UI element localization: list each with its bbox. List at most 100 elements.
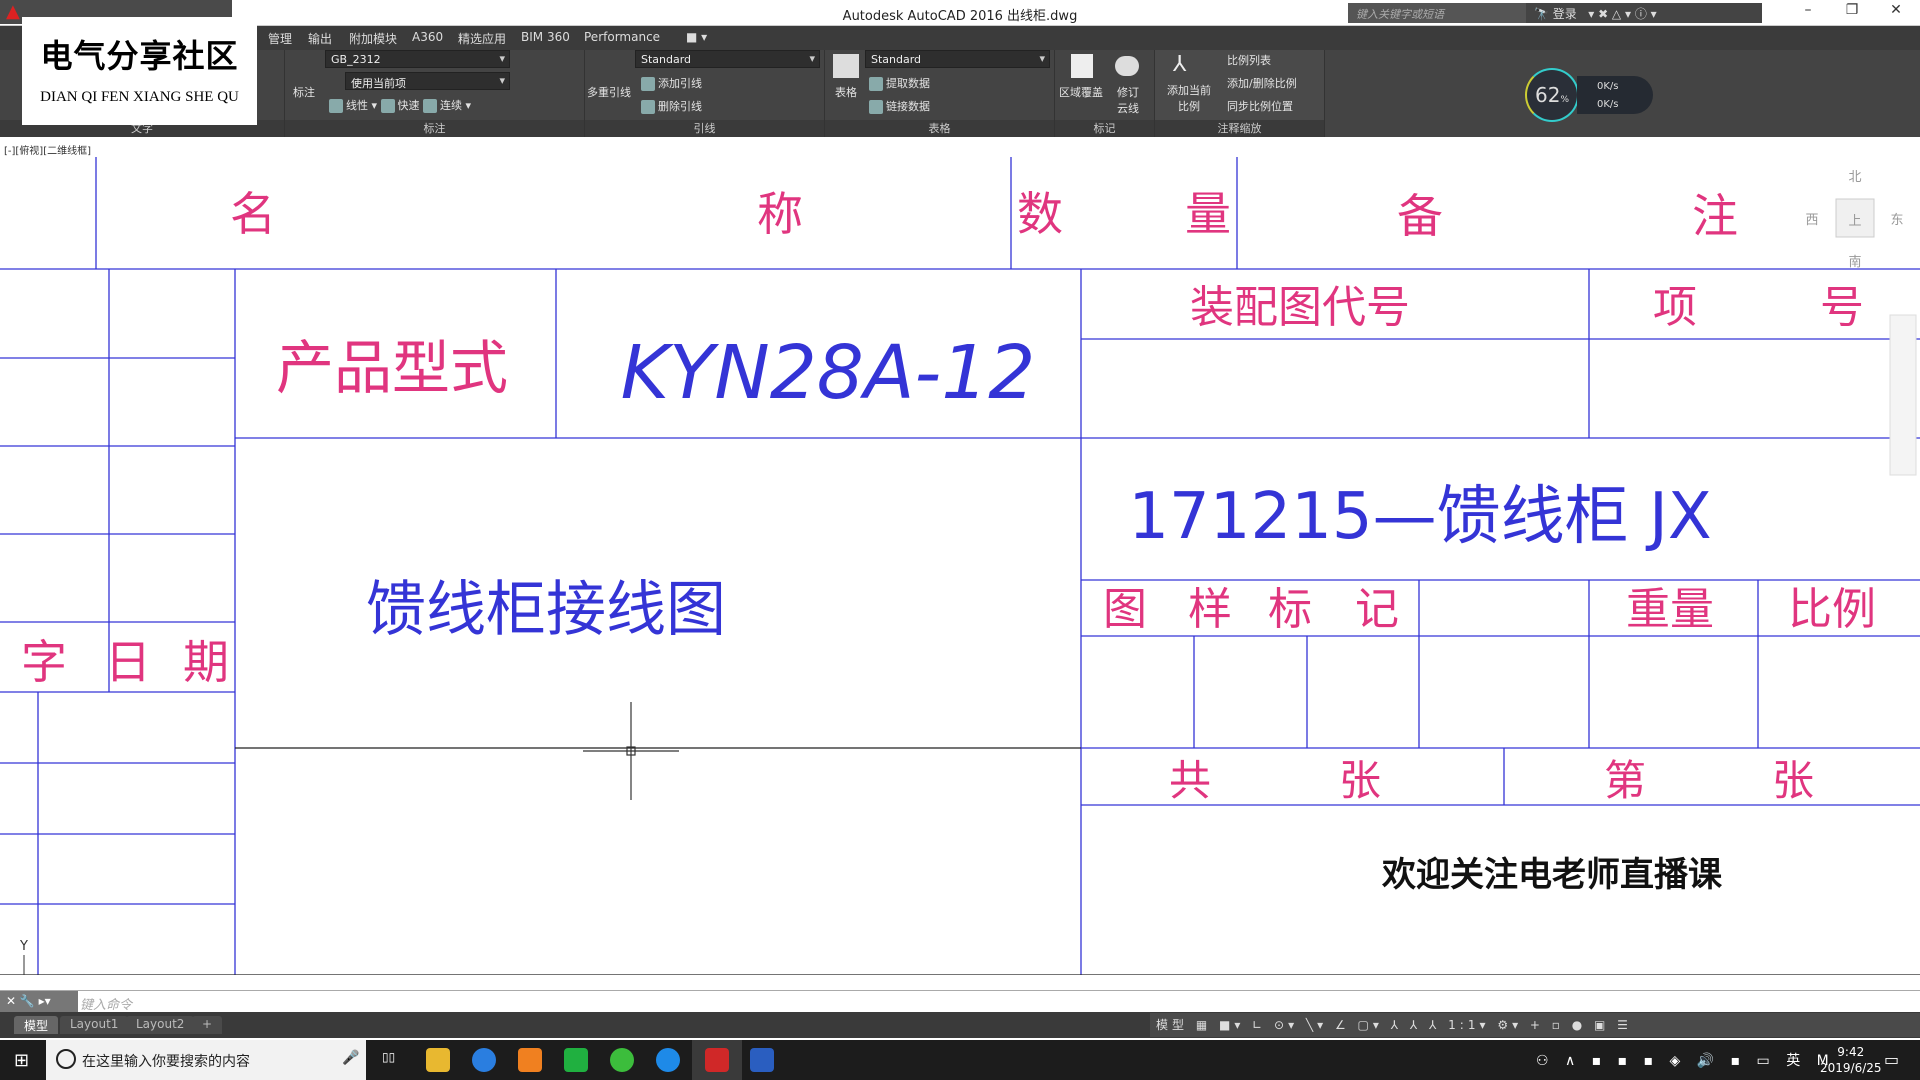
gauge-percent: 62 — [1534, 83, 1561, 107]
network-gauge: 62% 0K/s 0K/s — [1525, 68, 1665, 122]
add-current-scale-button[interactable]: 添加当前比例 — [1165, 82, 1213, 114]
wechat-icon[interactable] — [610, 1048, 634, 1072]
command-line-tools[interactable]: ✕ 🔧 ▸▾ — [0, 991, 78, 1013]
autocad-taskbar-button[interactable] — [692, 1040, 742, 1080]
watermark-en: DIAN QI FEN XIANG SHE QU — [40, 89, 239, 105]
drawing-number: 171215—馈线柜 JX — [1128, 480, 1711, 554]
file-explorer-icon[interactable] — [426, 1048, 450, 1072]
maximize-button[interactable]: ❐ — [1832, 2, 1872, 24]
scale-list-button[interactable]: 比例列表 — [1227, 52, 1271, 68]
mic-icon[interactable]: 🎤 — [342, 1050, 359, 1066]
viewcube-south[interactable]: 南 — [1848, 254, 1861, 270]
ucs-y: Y — [19, 939, 28, 954]
navigation-bar[interactable] — [1889, 314, 1917, 476]
tab-performance[interactable]: Performance — [584, 30, 660, 44]
add-scale-icon: ⅄ — [1173, 52, 1187, 77]
table-style-select[interactable]: Standard — [865, 50, 1050, 68]
login-button[interactable]: 登录 — [1553, 7, 1577, 21]
sogou-browser-icon[interactable] — [472, 1048, 496, 1072]
search-input[interactable]: 键入关键字或短语 — [1348, 3, 1526, 23]
tab-addins[interactable]: 附加模块 — [349, 30, 397, 47]
extract-data-button[interactable]: 提取数据 — [886, 77, 930, 90]
weight-label: 重量 — [1626, 584, 1714, 635]
tab-overflow-icon[interactable]: ■ ▾ — [686, 30, 707, 44]
tab-layout2[interactable]: Layout2 — [126, 1016, 195, 1034]
gauge-unit: % — [1560, 95, 1569, 105]
taskbar: ⊞ 在这里输入你要搜索的内容 🎤 ▯▯ ⚇ ∧ ▪ ▪ ▪ ◈ 🔊 ▪ ▭ 英 M… — [0, 1040, 1920, 1080]
linear-button[interactable]: 线性 — [346, 99, 368, 112]
add-remove-scale-button[interactable]: 添加/删除比例 — [1227, 75, 1297, 91]
tab-model[interactable]: 模型 — [14, 1016, 59, 1034]
minimize-button[interactable]: – — [1788, 2, 1828, 24]
tab-bim360[interactable]: BIM 360 — [521, 30, 570, 44]
browser-icon[interactable] — [656, 1048, 680, 1072]
quick-button[interactable]: 快速 — [398, 99, 420, 112]
add-leader-button[interactable]: 添加引线 — [658, 77, 702, 90]
wipeout-button[interactable]: 区域覆盖 — [1059, 84, 1103, 100]
panel-label[interactable]: 引线 — [585, 120, 824, 137]
revcloud-button[interactable]: 修订云线 — [1117, 84, 1141, 116]
remove-leader-button[interactable]: 删除引线 — [658, 100, 702, 113]
item-no-1: 项 — [1653, 282, 1697, 333]
link-data-button[interactable]: 链接数据 — [886, 100, 930, 113]
ucs-icon — [23, 955, 25, 975]
sheet-no-2: 张 — [1772, 756, 1814, 805]
memory-gauge: 62% — [1525, 68, 1579, 122]
add-leader-icon — [641, 77, 655, 91]
leader-style-select[interactable]: Standard — [635, 50, 820, 68]
crosshair-cursor — [583, 702, 679, 800]
tab-layout1[interactable]: Layout1 — [60, 1016, 129, 1034]
multileader-button[interactable]: 多重引线 — [587, 84, 631, 100]
drawing-title: 馈线柜接线图 — [366, 575, 726, 645]
continue-button[interactable]: 连续 — [440, 99, 462, 112]
panel-label[interactable]: 注释缩放 — [1155, 120, 1324, 137]
mark-3: 标 — [1268, 584, 1312, 635]
extract-data-icon — [869, 77, 883, 91]
linear-icon — [329, 99, 343, 113]
windows-start-icon[interactable]: ⊞ — [14, 1050, 29, 1071]
panel-label[interactable]: 表格 — [825, 120, 1054, 137]
ribbon-tabs: 管理 输出 附加模块 A360 精选应用 BIM 360 Performance… — [0, 26, 1920, 50]
header-remark-1: 备 — [1397, 189, 1443, 243]
panel-label[interactable]: 标记 — [1055, 120, 1154, 137]
system-tray[interactable]: ⚇ ∧ ▪ ▪ ▪ ◈ 🔊 ▪ ▭ 英 M — [1536, 1050, 1835, 1070]
sync-scale-button[interactable]: 同步比例位置 — [1227, 98, 1293, 114]
command-input[interactable]: 键入命令 — [80, 994, 132, 1013]
taskbar-search[interactable]: 在这里输入你要搜索的内容 🎤 — [46, 1040, 366, 1080]
viewcube-east[interactable]: 东 — [1890, 213, 1903, 228]
dimstyle-select[interactable]: GB_2312 — [325, 50, 510, 68]
ime-indicator[interactable]: 英 — [1786, 1053, 1806, 1069]
annotation-scale[interactable]: 1:1 — [1448, 1018, 1479, 1032]
viewcube[interactable]: 北 西 东 南 上 — [1805, 170, 1903, 270]
mark-2: 样 — [1188, 584, 1232, 635]
notifications-icon[interactable]: ▭ — [1884, 1050, 1899, 1069]
drawing-canvas[interactable]: 名 称 数 量 备 注 产品型式 装配图代号 项 号 图 样 标 记 重量 比例… — [0, 157, 1920, 975]
command-line: ✕ 🔧 ▸▾ 键入命令 — [0, 990, 1920, 1013]
model-space-button[interactable]: 模型 — [1156, 1018, 1188, 1032]
cad-app-icon[interactable] — [750, 1048, 774, 1072]
add-layout-button[interactable]: + — [192, 1016, 223, 1034]
user-area[interactable]: 🔭 登录 ▾ ✖ △ ▾ ⓘ ▾ — [1526, 3, 1762, 23]
model-number: KYN28A-12 — [621, 330, 1036, 416]
sheets-total-2: 张 — [1339, 756, 1381, 805]
dimension-button[interactable]: 标注 — [293, 84, 315, 100]
app-orange-icon[interactable] — [518, 1048, 542, 1072]
tab-featured[interactable]: 精选应用 — [458, 30, 506, 47]
clock[interactable]: 9:42 2019/6/25 — [1820, 1044, 1882, 1076]
tab-output[interactable]: 输出 — [308, 30, 332, 47]
table-button[interactable]: 表格 — [835, 84, 857, 100]
close-button[interactable]: ✕ — [1876, 2, 1916, 24]
item-no-2: 号 — [1820, 282, 1864, 333]
layer-select[interactable]: 使用当前项 — [345, 72, 510, 90]
app-green-icon[interactable] — [564, 1048, 588, 1072]
task-view-icon[interactable]: ▯▯ — [382, 1050, 395, 1064]
panel-label[interactable]: 标注 — [285, 120, 584, 137]
promo-text: 欢迎关注电老师直播课 — [1381, 855, 1723, 895]
viewport-controls[interactable]: [-][俯视][二维线框] — [4, 142, 91, 157]
tab-manage[interactable]: 管理 — [268, 30, 292, 47]
viewcube-north[interactable]: 北 — [1848, 170, 1861, 185]
viewcube-top[interactable]: 上 — [1848, 214, 1861, 229]
scale-label: 比例 — [1788, 584, 1876, 635]
viewcube-west[interactable]: 西 — [1805, 213, 1818, 228]
tab-a360[interactable]: A360 — [412, 30, 443, 44]
